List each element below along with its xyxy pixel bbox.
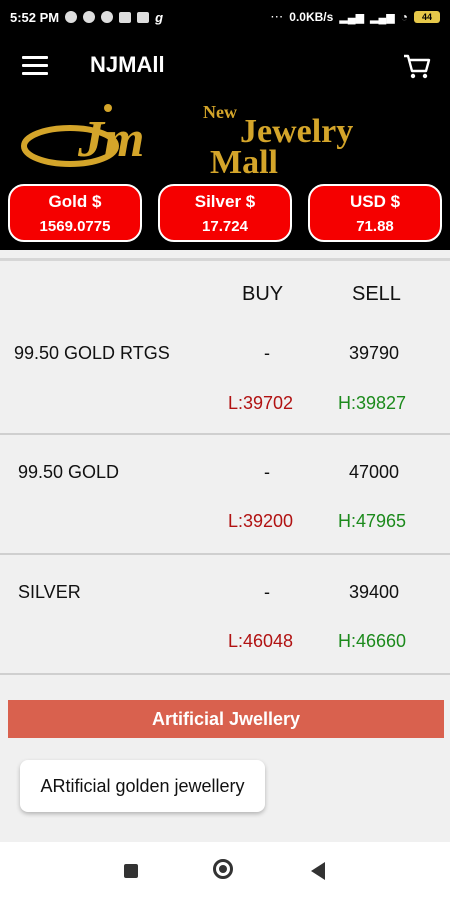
rates-table-header: BUY SELL [0,258,450,318]
wifi-icon: ◔ [400,10,408,24]
row-name: 99.50 GOLD RTGS [14,343,170,363]
sync-icon [101,11,114,23]
usd-rate-label: USD $ [349,192,401,211]
app-bar: NJMAll [0,34,450,98]
row-buy: - [264,582,270,602]
network-speed: 0.0KB/s [289,10,334,24]
buy-header: BUY [242,283,284,305]
row-name: 99.50 GOLD [18,462,120,482]
banner-new: New [203,102,237,122]
signal-icon-2: ▂▄▆ [370,11,395,24]
cart-icon[interactable] [402,52,432,80]
signal-icon: ▂▄▆ [339,11,365,24]
home-icon[interactable] [213,859,233,879]
menu-icon[interactable] [22,56,48,76]
notification-icon [65,11,78,23]
rates-bar: Gold $ 1569.0775 Silver $ 17.724 USD $ 7… [0,178,450,250]
row-sell: 39400 [349,582,400,602]
row-buy: - [264,343,270,363]
battery-icon: 44 [414,11,440,23]
silver-rate-value: 17.724 [202,218,248,235]
silver-rate-label: Silver $ [194,192,256,211]
row-buy: - [264,462,270,482]
row-sell: 47000 [349,462,400,482]
status-time: 5:52 PM [10,9,60,25]
store-banner: Jm New Jewelry Mall [0,98,450,181]
row-high: H:47965 [338,511,407,531]
mail-icon [137,11,150,23]
usd-rate-button[interactable]: USD $ 71.88 [308,184,442,242]
table-row: 99.50 GOLD - 47000 L:39200 H:47965 [0,435,450,555]
table-row: SILVER - 39400 L:46048 H:46660 [0,555,450,675]
g-icon: g [155,9,164,25]
usd-rate-value: 71.88 [356,218,394,235]
messenger-icon [83,11,96,23]
recent-apps-icon[interactable] [124,864,138,878]
store-logo: Jm New Jewelry Mall [21,102,353,181]
more-icon: ⋯ [270,9,284,24]
row-low: L:39200 [228,511,294,531]
image-icon [119,11,132,23]
gold-rate-label: Gold $ [48,192,102,211]
artificial-jewellery-section[interactable]: Artificial Jwellery [8,700,444,738]
system-nav-bar [0,842,450,900]
gold-rate-value: 1569.0775 [39,218,111,235]
row-low: L:39702 [228,393,294,413]
banner-line2: Mall [210,144,278,178]
row-high: H:39827 [338,393,407,413]
row-high: H:46660 [338,631,407,651]
row-low: L:46048 [228,631,294,651]
app-title: NJMAll [90,52,165,77]
sell-header: SELL [352,283,401,305]
row-name: SILVER [18,582,81,602]
logo-monogram: Jm [77,111,144,168]
table-row: 99.50 GOLD RTGS - 39790 L:39702 H:39827 [0,315,450,435]
artificial-golden-jewellery-card[interactable]: ARtificial golden jewellery [20,760,265,812]
gold-rate-button[interactable]: Gold $ 1569.0775 [8,184,142,242]
back-icon[interactable] [311,862,325,880]
status-bar: 5:52 PM g ⋯ 0.0KB/s ▂▄▆ ▂▄▆ ◔ 44 [0,0,450,34]
row-sell: 39790 [349,343,400,363]
silver-rate-button[interactable]: Silver $ 17.724 [158,184,292,242]
